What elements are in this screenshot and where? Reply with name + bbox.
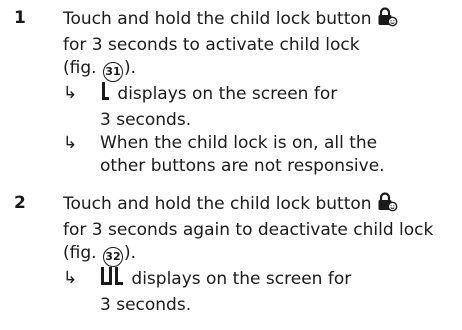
step-line: Touch and hold the child lock button xyxy=(63,7,455,34)
result-text: displays on the screen for xyxy=(131,269,352,289)
result-1: ↳ displays on the screen for 3 seconds. xyxy=(63,267,455,317)
display-bracket-icon xyxy=(100,82,112,109)
step-number: 2 xyxy=(14,193,26,213)
result-arrow-icon: ↳ xyxy=(63,268,78,288)
result-line: other buttons are not responsive. xyxy=(100,156,385,176)
step-text: Touch and hold the child lock button xyxy=(63,9,372,29)
step-text: Touch and hold the child lock button xyxy=(63,194,372,214)
child-lock-icon xyxy=(377,7,398,34)
result-line: ↳ displays on the screen for xyxy=(63,267,455,294)
result-line: ↳ displays on the screen for xyxy=(63,82,455,109)
figure-number-badge: 32 xyxy=(102,247,123,267)
figure-reference: (fig. 31). xyxy=(63,57,455,82)
figure-reference: (fig. 32). xyxy=(63,242,455,267)
fig-prefix: (fig. xyxy=(63,58,97,78)
fig-suffix: ). xyxy=(123,58,136,78)
fig-prefix: (fig. xyxy=(63,243,97,263)
child-lock-icon xyxy=(377,192,398,219)
step-line: for 3 seconds to activate child lock xyxy=(63,35,360,55)
result-arrow-icon: ↳ xyxy=(63,83,78,103)
step-line: Touch and hold the child lock button xyxy=(63,192,455,219)
figure-number-badge: 31 xyxy=(102,62,123,82)
fig-suffix: ). xyxy=(123,243,136,263)
instruction-page: 1 Touch and hold the child lock button f… xyxy=(0,0,462,330)
result-text: When the child lock is on, all the xyxy=(100,133,378,153)
result-arrow-icon: ↳ xyxy=(63,133,78,153)
result-1: ↳ displays on the screen for 3 seconds. xyxy=(63,82,455,132)
display-ul-icon xyxy=(100,267,126,294)
result-text: displays on the screen for xyxy=(117,84,338,104)
result-2: ↳ When the child lock is on, all the oth… xyxy=(63,132,455,178)
result-line: ↳ When the child lock is on, all the xyxy=(63,132,455,155)
result-line: 3 seconds. xyxy=(100,295,192,315)
step-body: Touch and hold the child lock button for… xyxy=(63,7,455,178)
result-line: 3 seconds. xyxy=(100,110,192,130)
step-body: Touch and hold the child lock button for… xyxy=(63,192,455,317)
step-number: 1 xyxy=(14,8,26,28)
step-line: for 3 seconds again to deactivate child … xyxy=(63,220,434,240)
